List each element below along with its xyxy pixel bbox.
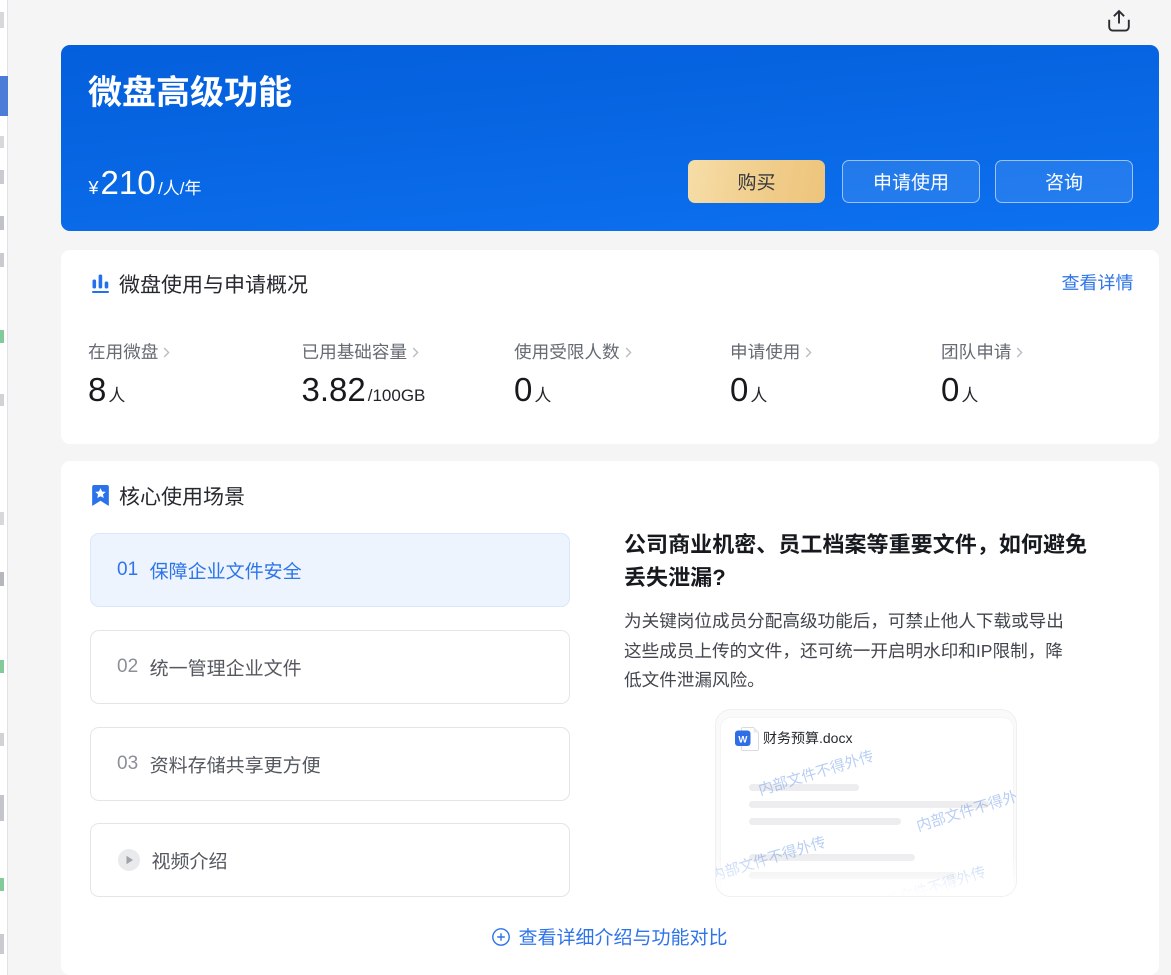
svg-text:W: W [738, 734, 747, 745]
